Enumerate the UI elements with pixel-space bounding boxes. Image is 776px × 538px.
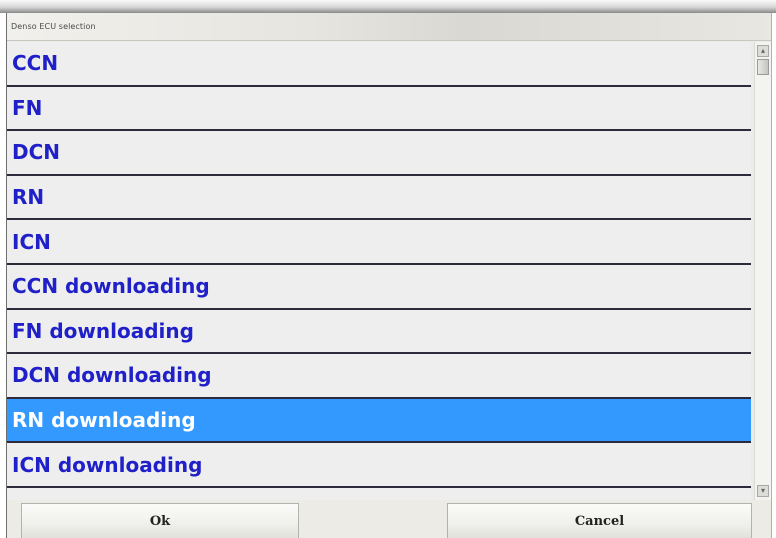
ecu-selection-dialog: Denso ECU selection CCN FN DCN RN ICN CC… (6, 13, 772, 538)
list-item-rn-downloading[interactable]: RN downloading (7, 398, 751, 444)
cancel-button[interactable]: Cancel (447, 503, 752, 538)
list-item-dcn[interactable]: DCN (7, 131, 751, 176)
list-item-fn-downloading[interactable]: FN downloading (7, 309, 751, 355)
list-item-ccn-downloading[interactable]: CCN downloading (7, 264, 751, 310)
scrollbar-thumb[interactable] (757, 59, 769, 75)
vertical-scrollbar[interactable]: ▴ ▾ (754, 42, 771, 500)
dialog-title: Denso ECU selection (11, 22, 96, 31)
ok-button[interactable]: Ok (21, 503, 299, 538)
list-item-rn[interactable]: RN (7, 175, 751, 221)
list-item-dcn-downloading[interactable]: DCN downloading (7, 354, 751, 399)
dialog-titlebar: Denso ECU selection (7, 13, 771, 41)
list-item-icn-downloading[interactable]: ICN downloading (7, 443, 751, 488)
scroll-down-arrow-icon[interactable]: ▾ (757, 485, 769, 497)
list-item-icn[interactable]: ICN (7, 220, 751, 265)
ecu-list[interactable]: CCN FN DCN RN ICN CCN downloading FN dow… (7, 42, 751, 500)
dialog-footer: Ok Cancel (7, 500, 771, 538)
scroll-up-arrow-icon[interactable]: ▴ (757, 45, 769, 57)
list-item-ccn[interactable]: CCN (7, 42, 751, 87)
desktop-top-band (0, 0, 776, 13)
list-item-fn[interactable]: FN (7, 86, 751, 132)
